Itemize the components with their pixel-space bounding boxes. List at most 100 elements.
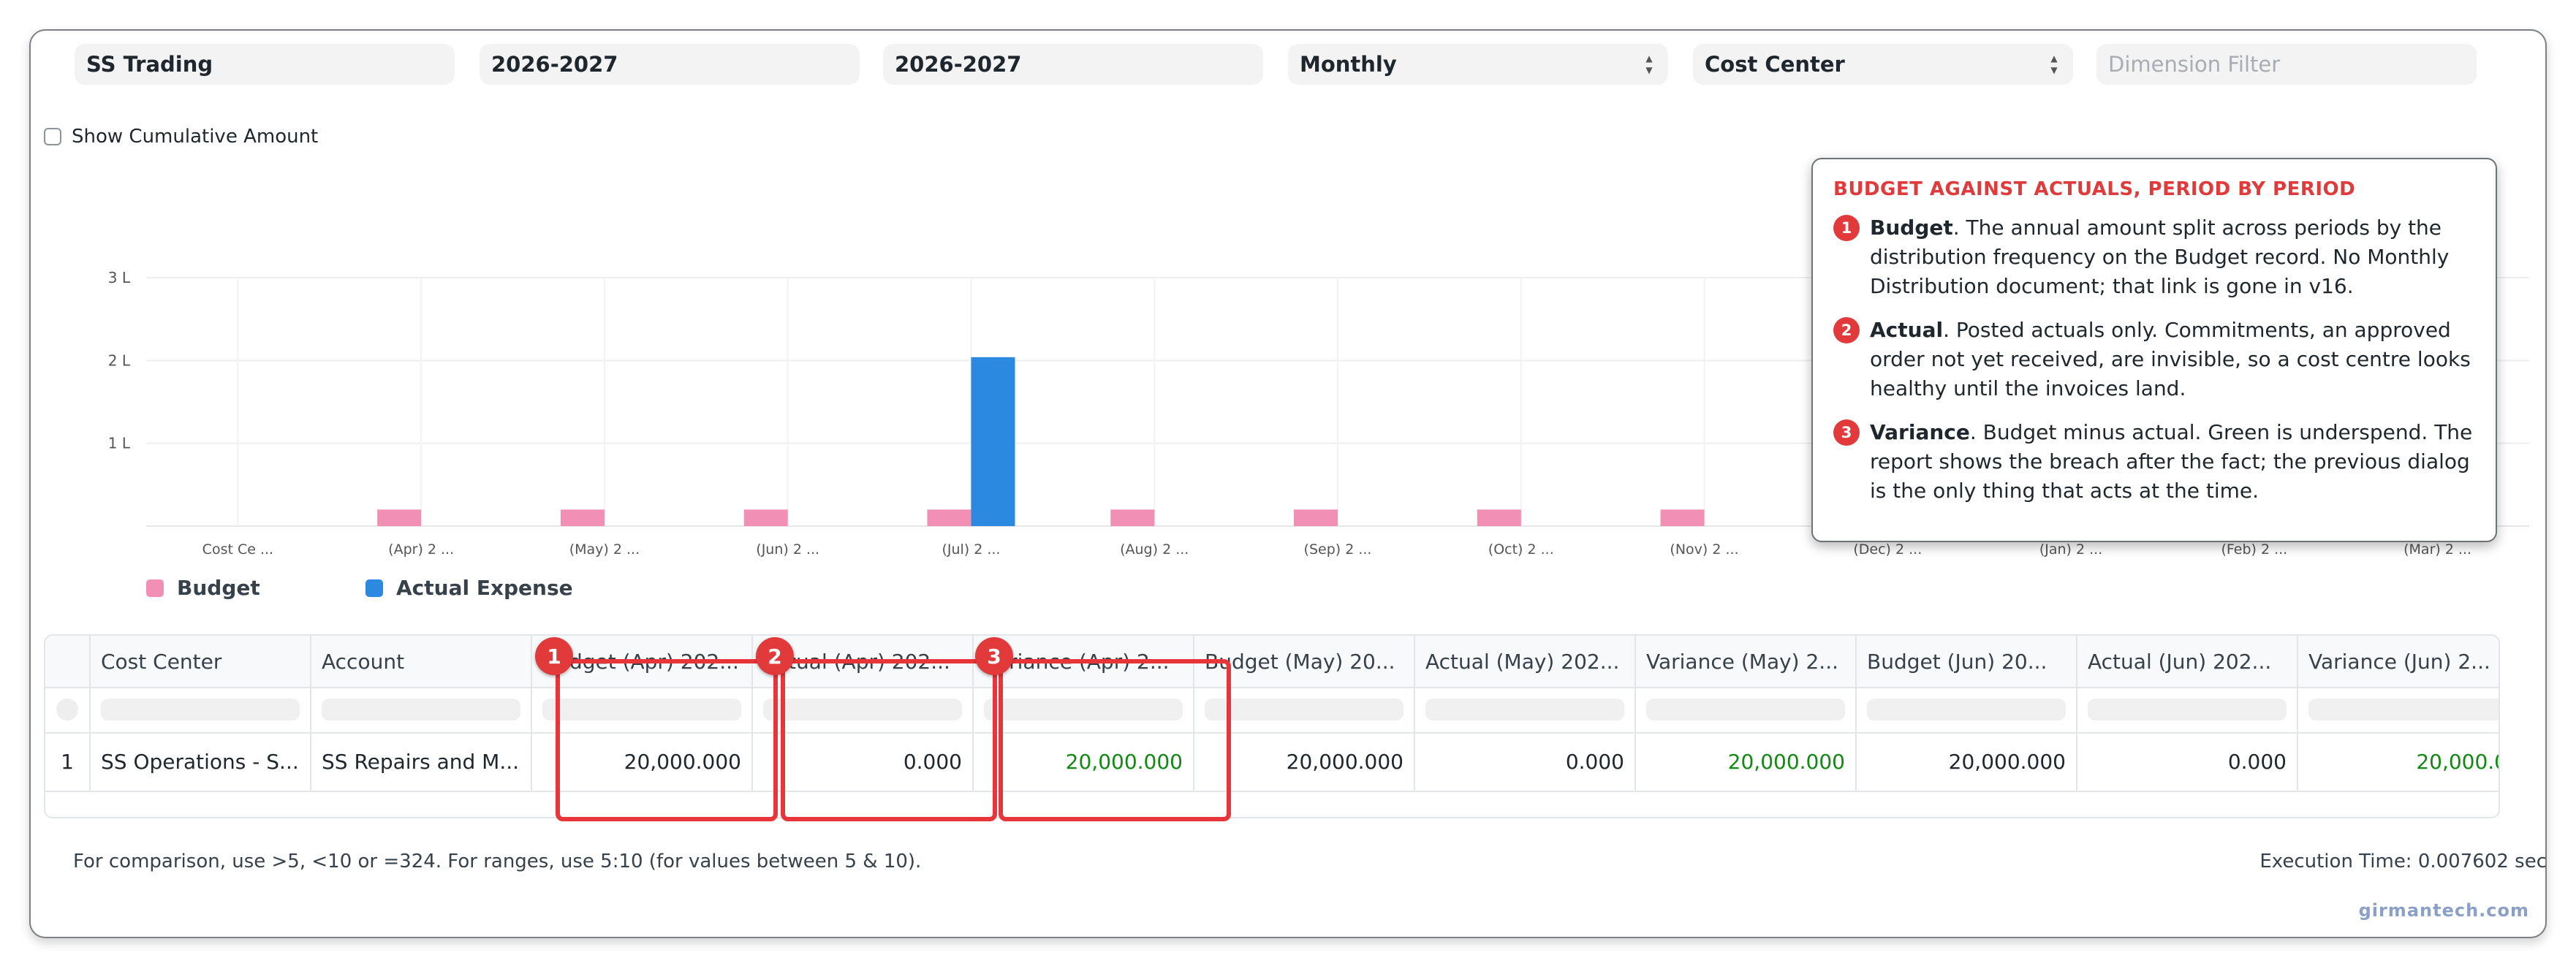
filter-cell[interactable] bbox=[91, 687, 311, 732]
account-cell[interactable]: SS Repairs and M... bbox=[311, 732, 532, 791]
column-header[interactable]: Actual (May) 202... bbox=[1415, 636, 1636, 687]
callout-number: 3 bbox=[1833, 419, 1860, 446]
annotation-badge-3: 3 bbox=[975, 637, 1013, 675]
x-tick-label: (Jan) 2 ... bbox=[2039, 541, 2102, 558]
filter-cell[interactable] bbox=[1857, 687, 2077, 732]
callout-term: Variance bbox=[1870, 420, 1970, 444]
highlight-actual-column bbox=[781, 659, 997, 821]
row-number-header bbox=[45, 636, 91, 687]
report-table: Cost Center Account Budget (Apr) 202... … bbox=[44, 634, 2500, 818]
column-header[interactable]: Variance (May) 2... bbox=[1636, 636, 1857, 687]
legend-swatch-actual bbox=[365, 579, 383, 597]
to-fiscal-year-filter[interactable]: 2026-2027 bbox=[883, 44, 1263, 85]
x-tick-label: (May) 2 ... bbox=[569, 541, 640, 558]
legend-label-budget: Budget bbox=[177, 576, 260, 600]
brand-watermark: girmantech.com bbox=[2358, 900, 2529, 921]
column-header[interactable]: Budget (Jun) 20... bbox=[1857, 636, 2077, 687]
bar-budget bbox=[560, 509, 605, 526]
x-tick-label: (Oct) 2 ... bbox=[1488, 541, 1554, 558]
company-value: SS Trading bbox=[86, 52, 213, 77]
x-tick-label: (Sep) 2 ... bbox=[1304, 541, 1372, 558]
bar-budget bbox=[927, 509, 971, 526]
column-header[interactable]: Variance (Jun) 2... bbox=[2298, 636, 2499, 687]
column-header[interactable]: Actual (Jun) 202... bbox=[2077, 636, 2298, 687]
filter-cell[interactable] bbox=[1636, 687, 1857, 732]
actual-cell[interactable]: 0.000 bbox=[1415, 732, 1636, 791]
show-cumulative-label: Show Cumulative Amount bbox=[72, 126, 319, 148]
x-tick-label: (Dec) 2 ... bbox=[1853, 541, 1922, 558]
execution-time: Execution Time: 0.007602 sec bbox=[2259, 851, 2547, 872]
column-filter-input[interactable] bbox=[1646, 699, 1845, 720]
callout-number: 1 bbox=[1833, 215, 1860, 241]
explanation-callout: BUDGET AGAINST ACTUALS, PERIOD BY PERIOD… bbox=[1811, 158, 2497, 542]
show-cumulative-checkbox[interactable] bbox=[44, 128, 61, 145]
column-header[interactable]: Account bbox=[311, 636, 532, 687]
budget-against-select[interactable]: Cost Center ▲ ▼ bbox=[1693, 44, 2073, 85]
to-fiscal-year-value: 2026-2027 bbox=[895, 52, 1022, 77]
bar-budget bbox=[1660, 509, 1705, 526]
dimension-filter-input[interactable]: Dimension Filter bbox=[2096, 44, 2477, 85]
show-cumulative-toggle[interactable]: Show Cumulative Amount bbox=[44, 126, 318, 148]
filter-dot bbox=[56, 699, 78, 720]
column-filter-input[interactable] bbox=[2088, 699, 2287, 720]
filter-cell[interactable] bbox=[2298, 687, 2499, 732]
y-tick-label: 1 L bbox=[108, 435, 131, 452]
legend-item-actual: Actual Expense bbox=[365, 576, 573, 600]
budget-against-value: Cost Center bbox=[1705, 52, 1845, 77]
bar-budget bbox=[743, 509, 788, 526]
bar-budget bbox=[1477, 509, 1521, 526]
x-tick-label: (Jun) 2 ... bbox=[756, 541, 819, 558]
callout-item-variance: 3 Variance. Budget minus actual. Green i… bbox=[1833, 418, 2475, 506]
callout-text: . The annual amount split across periods… bbox=[1870, 216, 2450, 298]
callout-number: 2 bbox=[1833, 317, 1860, 343]
annotation-badge-2: 2 bbox=[756, 637, 794, 675]
variance-cell[interactable]: 20,000.000 bbox=[1636, 732, 1857, 791]
company-filter[interactable]: SS Trading bbox=[75, 44, 455, 85]
column-filter-input[interactable] bbox=[1425, 699, 1624, 720]
actual-cell[interactable]: 0.000 bbox=[2077, 732, 2298, 791]
x-tick-label: (Apr) 2 ... bbox=[388, 541, 454, 558]
bar-budget bbox=[1110, 509, 1155, 526]
bar-budget bbox=[1294, 509, 1338, 526]
variance-cell[interactable]: 20,000.0 bbox=[2298, 732, 2499, 791]
bar-actual-expense bbox=[971, 357, 1015, 526]
legend-label-actual: Actual Expense bbox=[396, 576, 573, 600]
callout-term: Actual bbox=[1870, 318, 1944, 342]
budget-cell[interactable]: 20,000.000 bbox=[1857, 732, 2077, 791]
filter-cell[interactable] bbox=[1415, 687, 1636, 732]
row-number: 1 bbox=[45, 732, 91, 791]
cost-center-cell[interactable]: SS Operations - S... bbox=[91, 732, 311, 791]
from-fiscal-year-value: 2026-2027 bbox=[491, 52, 618, 77]
table-header-row: Cost Center Account Budget (Apr) 202... … bbox=[45, 636, 2499, 688]
y-tick-label: 2 L bbox=[108, 351, 131, 369]
legend-swatch-budget bbox=[146, 579, 164, 597]
column-filter-input[interactable] bbox=[101, 699, 300, 720]
updown-chevron-icon: ▲ ▼ bbox=[1645, 53, 1653, 75]
from-fiscal-year-filter[interactable]: 2026-2027 bbox=[480, 44, 860, 85]
filter-cell[interactable] bbox=[2077, 687, 2298, 732]
x-tick-label: Cost Ce ... bbox=[202, 541, 273, 558]
x-tick-label: (Jul) 2 ... bbox=[942, 541, 1000, 558]
callout-item-budget: 1 Budget. The annual amount split across… bbox=[1833, 213, 2475, 301]
dimension-filter-placeholder: Dimension Filter bbox=[2108, 52, 2281, 77]
x-tick-label: (Feb) 2 ... bbox=[2221, 541, 2287, 558]
table-row[interactable]: 1 SS Operations - S... SS Repairs and M.… bbox=[45, 732, 2499, 792]
filter-help-text: For comparison, use >5, <10 or =324. For… bbox=[73, 851, 922, 872]
column-header[interactable]: Cost Center bbox=[91, 636, 311, 687]
highlight-variance-column bbox=[999, 659, 1231, 821]
column-filter-input[interactable] bbox=[322, 699, 520, 720]
bar-budget bbox=[377, 509, 422, 526]
highlight-budget-column bbox=[556, 659, 778, 821]
x-tick-label: (Mar) 2 ... bbox=[2403, 541, 2471, 558]
column-filter-input[interactable] bbox=[2308, 699, 2499, 720]
period-select[interactable]: Monthly ▲ ▼ bbox=[1288, 44, 1668, 85]
callout-term: Budget bbox=[1870, 216, 1953, 240]
callout-title: BUDGET AGAINST ACTUALS, PERIOD BY PERIOD bbox=[1833, 178, 2356, 200]
filter-cell bbox=[45, 687, 91, 732]
callout-item-actual: 2 Actual. Posted actuals only. Commitmen… bbox=[1833, 316, 2475, 403]
y-tick-label: 3 L bbox=[108, 269, 131, 286]
column-filter-input[interactable] bbox=[1205, 699, 1403, 720]
column-filter-input[interactable] bbox=[1867, 699, 2066, 720]
x-tick-label: (Nov) 2 ... bbox=[1670, 541, 1738, 558]
filter-cell[interactable] bbox=[311, 687, 532, 732]
